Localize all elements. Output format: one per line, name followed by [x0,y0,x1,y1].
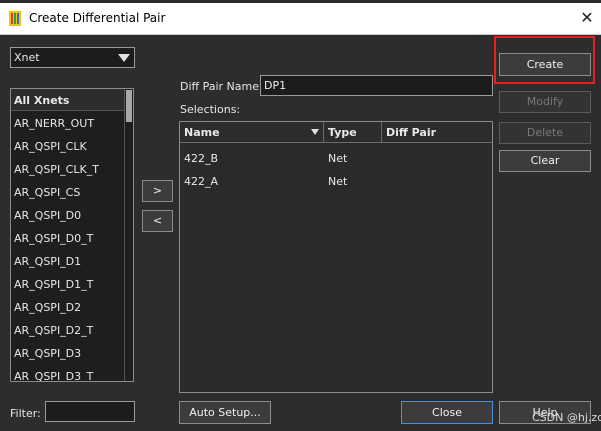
filter-label: Filter: [10,407,41,420]
net-list-scrollbar[interactable] [124,89,133,381]
selections-label: Selections: [180,103,241,116]
table-row-type[interactable]: Net [328,175,347,188]
list-item[interactable]: AR_QSPI_D2_T [14,324,93,337]
list-item[interactable]: AR_QSPI_D3 [14,347,81,360]
chevron-down-icon [118,54,130,62]
modify-button[interactable]: Modify [499,91,591,113]
diff-pair-name-input[interactable]: DP1 [260,75,493,96]
filter-input[interactable] [45,401,135,422]
table-row-type[interactable]: Net [328,152,347,165]
list-item[interactable]: AR_QSPI_D3_T [14,370,93,381]
list-item[interactable]: AR_NERR_OUT [14,117,94,130]
table-row-name[interactable]: 422_A [184,175,218,188]
column-header-type[interactable]: Type [324,122,382,143]
delete-button[interactable]: Delete [499,122,591,144]
app-icon [9,11,21,26]
selections-table[interactable]: Name Type Diff Pair 422_B Net 422_A Net [179,121,493,393]
clear-button[interactable]: Clear [499,150,591,172]
watermark: CSDN @hj.zc [532,411,601,424]
column-header-name[interactable]: Name [180,122,324,143]
highlight-box [494,36,595,84]
close-button[interactable]: Close [401,401,493,424]
net-list-header: All Xnets [11,89,125,111]
title-bar: Create Differential Pair ✕ [0,3,601,35]
column-header-diff-pair[interactable]: Diff Pair [382,122,492,143]
sort-arrow-icon [311,129,319,135]
list-item[interactable]: AR_QSPI_CS [14,186,80,199]
net-type-dropdown[interactable]: Xnet [10,47,135,68]
list-item[interactable]: AR_QSPI_D1_T [14,278,93,291]
auto-setup-button[interactable]: Auto Setup... [179,401,271,424]
list-item[interactable]: AR_QSPI_D0_T [14,232,93,245]
column-header-name-label: Name [184,126,220,139]
list-item[interactable]: AR_QSPI_D0 [14,209,81,222]
net-list[interactable]: All Xnets AR_NERR_OUT AR_QSPI_CLK AR_QSP… [10,88,134,382]
list-item[interactable]: AR_QSPI_CLK [14,140,87,153]
add-to-selection-button[interactable]: > [142,180,173,202]
diff-pair-name-label: Diff Pair Name: [180,80,263,93]
list-item[interactable]: AR_QSPI_D1 [14,255,81,268]
close-icon[interactable]: ✕ [577,8,597,28]
list-item[interactable]: AR_QSPI_CLK_T [14,163,99,176]
table-row-name[interactable]: 422_B [184,152,218,165]
scrollbar-thumb[interactable] [126,90,132,122]
window-title: Create Differential Pair [29,11,166,25]
remove-from-selection-button[interactable]: < [142,210,173,232]
net-type-value: Xnet [14,51,40,64]
list-item[interactable]: AR_QSPI_D2 [14,301,81,314]
